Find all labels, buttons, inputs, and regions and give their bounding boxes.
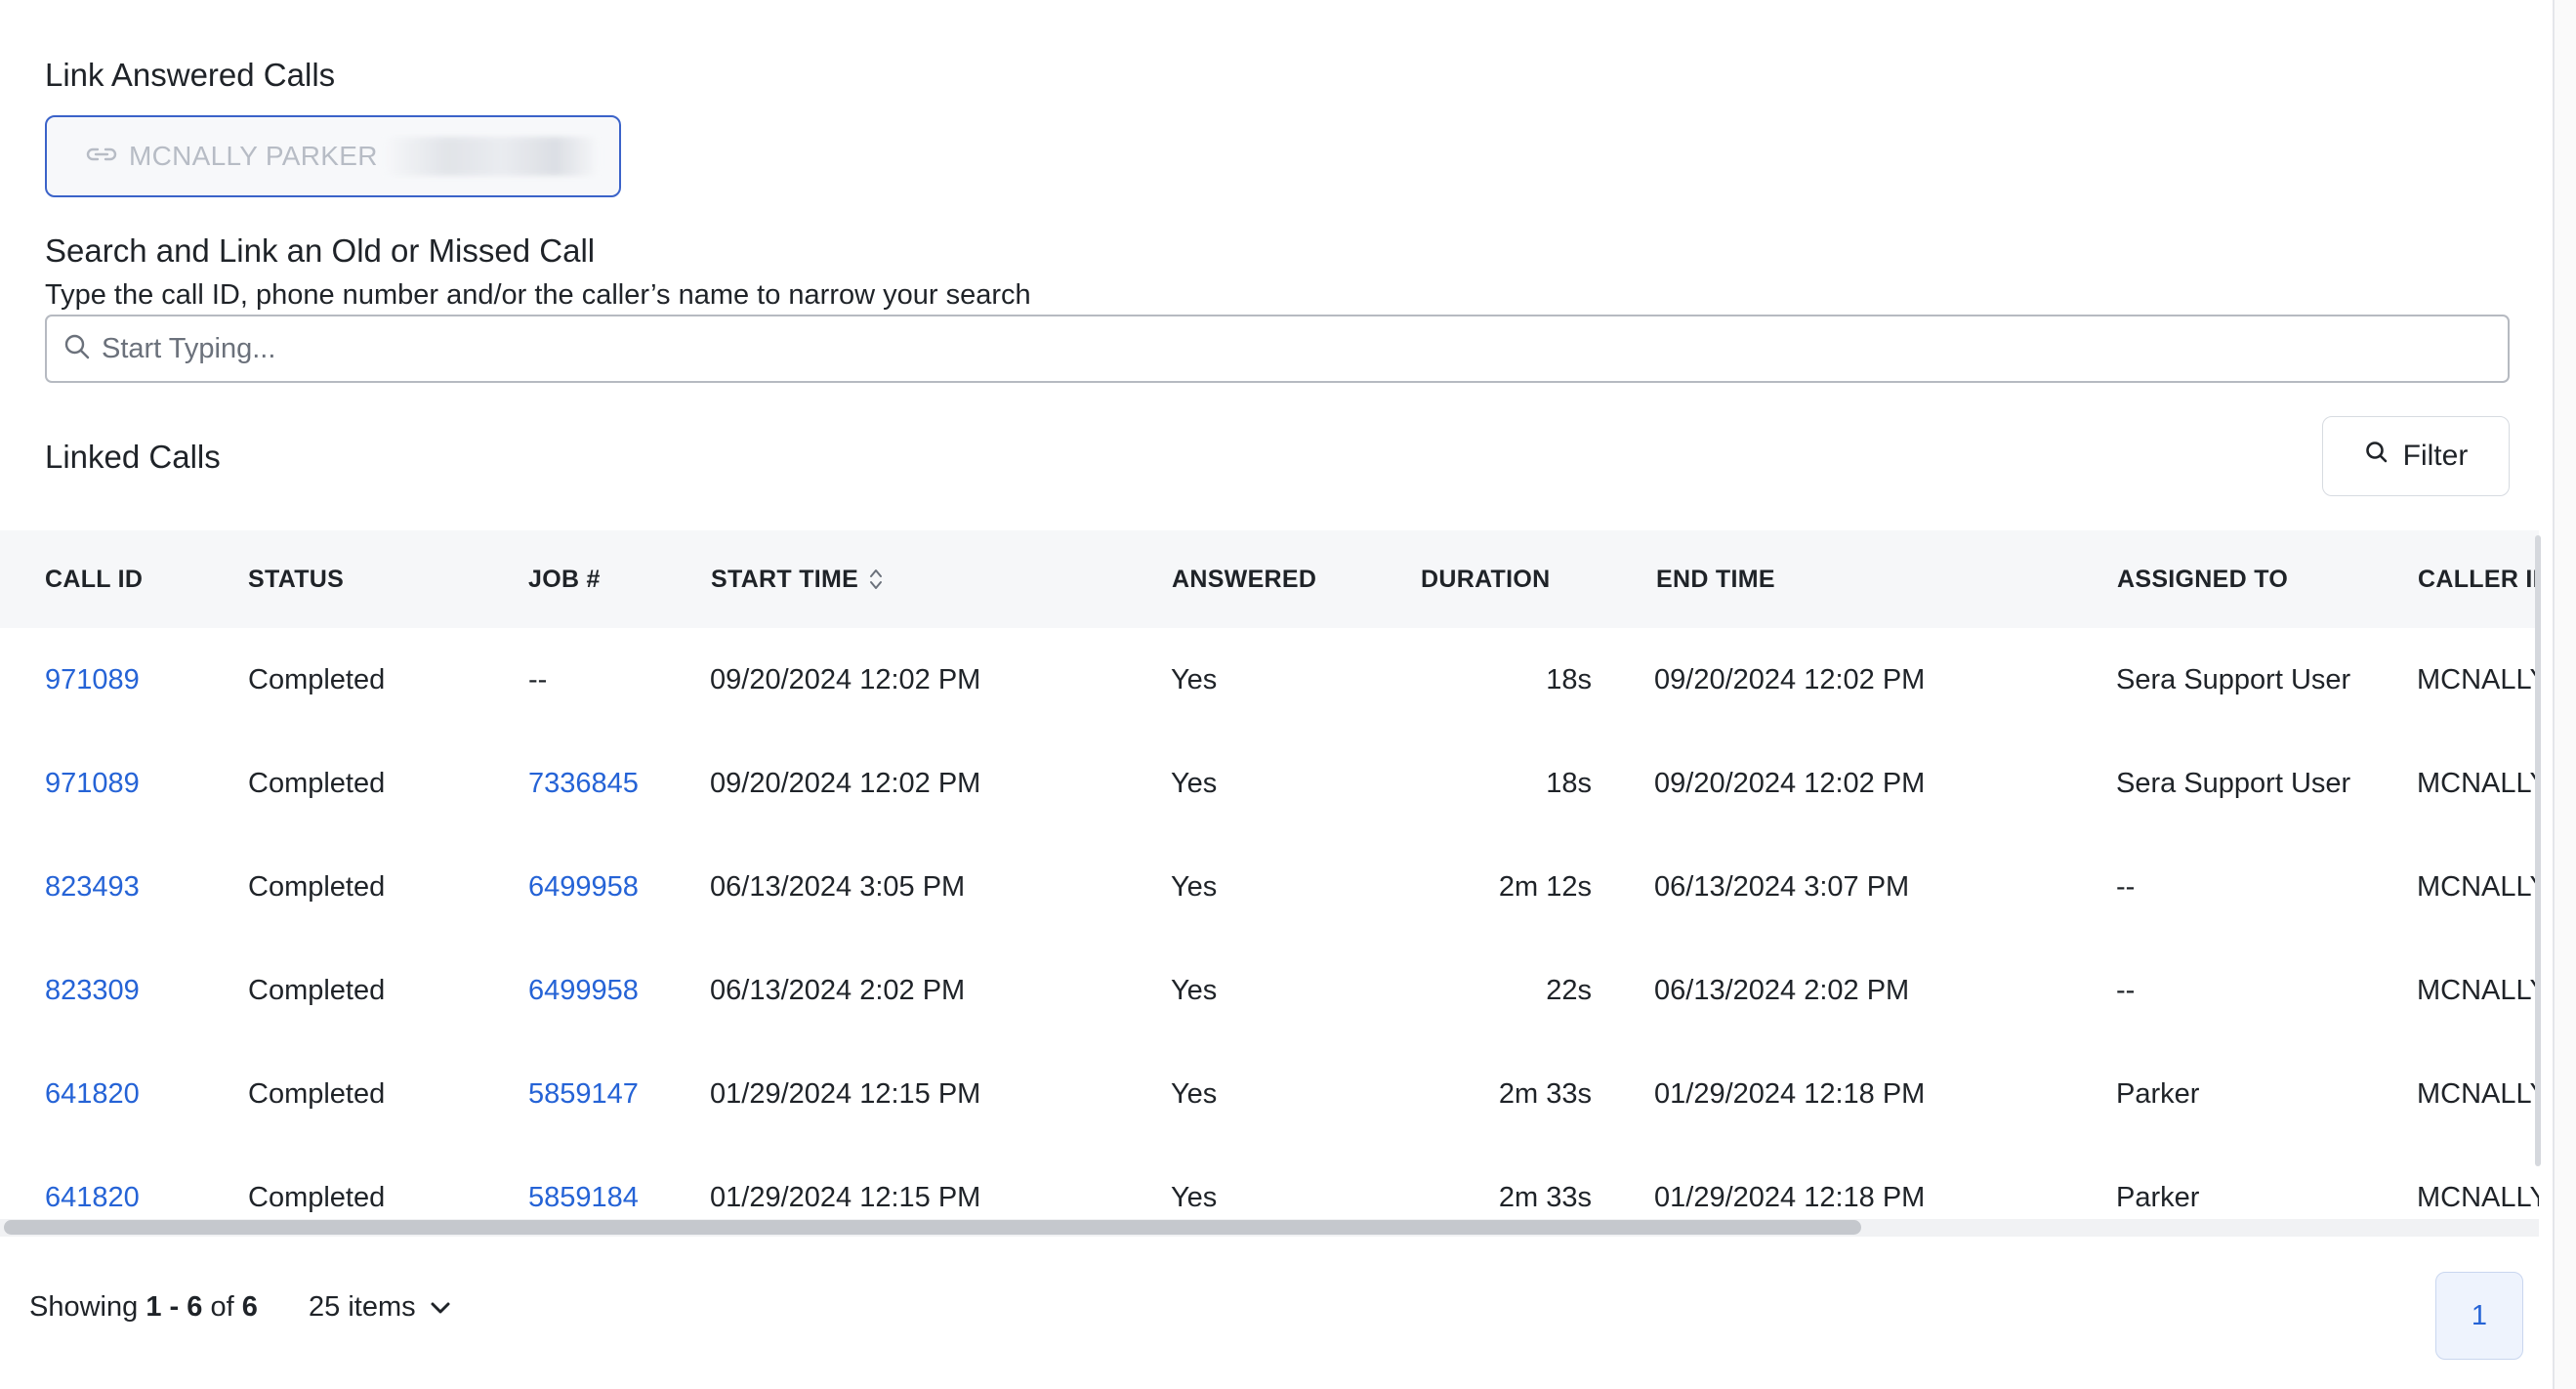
start-time-cell: 06/13/2024 3:05 PM (710, 870, 966, 903)
table-header: CALL ID STATUS JOB # START TIME ANSWERED… (0, 530, 2539, 628)
assigned-to-cell: Sera Support User (2116, 767, 2351, 799)
assigned-to-cell: Sera Support User (2116, 663, 2351, 695)
range-end: 6 (187, 1291, 203, 1323)
status-cell: Completed (248, 767, 386, 799)
range-start: 1 (145, 1291, 162, 1323)
call-id-link[interactable]: 823309 (45, 939, 140, 1042)
status-cell: Completed (248, 663, 386, 695)
caller-id-cell: MCNALLY (2417, 1077, 2539, 1110)
link-icon (84, 143, 119, 171)
status-cell: Completed (248, 870, 386, 903)
filter-button-label: Filter (2402, 440, 2469, 472)
answered-cell: Yes (1171, 663, 1218, 695)
caller-id-cell: MCNALLY (2417, 767, 2539, 799)
caller-id-cell: MCNALLY (2417, 663, 2539, 695)
job-link[interactable]: 6499958 (528, 939, 639, 1042)
answered-cell: Yes (1171, 767, 1218, 799)
search-icon (2364, 440, 2389, 473)
sort-icon[interactable] (868, 567, 884, 592)
showing-label: Showing (29, 1291, 139, 1323)
search-icon (62, 332, 92, 366)
table-vertical-scrollbar[interactable] (2535, 535, 2541, 1166)
header-start-time[interactable]: START TIME (711, 530, 884, 628)
filter-button[interactable]: Filter (2322, 416, 2510, 496)
search-field[interactable] (45, 315, 2510, 383)
job-link[interactable]: 5859147 (528, 1042, 639, 1146)
start-time-cell: 09/20/2024 12:02 PM (710, 767, 981, 799)
table-row: 823493 Completed 6499958 06/13/2024 3:05… (0, 835, 2539, 940)
search-section-description: Type the call ID, phone number and/or th… (45, 279, 1031, 311)
start-time-cell: 01/29/2024 12:15 PM (710, 1077, 981, 1110)
items-per-page-label: 25 items (309, 1291, 416, 1323)
page-button-current[interactable]: 1 (2435, 1272, 2523, 1360)
end-time-cell: 09/20/2024 12:02 PM (1654, 767, 1926, 799)
linked-calls-table: CALL ID STATUS JOB # START TIME ANSWERED… (0, 530, 2539, 1236)
duration-cell: 18s (1546, 767, 1592, 799)
answered-cell: Yes (1171, 974, 1218, 1006)
caller-id-cell: MCNALLY (2417, 870, 2539, 903)
header-assigned-to[interactable]: ASSIGNED TO (2117, 530, 2288, 628)
duration-cell: 2m 12s (1498, 870, 1592, 903)
table-row: 971089 Completed -- 09/20/2024 12:02 PM … (0, 628, 2539, 733)
end-time-cell: 06/13/2024 3:07 PM (1654, 870, 1910, 903)
assigned-to-cell: Parker (2116, 1077, 2200, 1110)
search-section-title: Search and Link an Old or Missed Call (45, 232, 596, 269)
duration-cell: 2m 33s (1498, 1077, 1592, 1110)
redacted-phone (383, 137, 599, 176)
status-cell: Completed (248, 1077, 386, 1110)
header-job[interactable]: JOB # (528, 530, 601, 628)
header-caller-id[interactable]: CALLER ID (2418, 530, 2539, 628)
caller-id-cell: MCNALLY (2417, 974, 2539, 1006)
duration-cell: 22s (1546, 974, 1592, 1006)
call-id-link[interactable]: 641820 (45, 1042, 140, 1146)
duration-cell: 18s (1546, 663, 1592, 695)
answered-cell: Yes (1171, 870, 1218, 903)
status-cell: Completed (248, 974, 386, 1006)
items-per-page-select[interactable]: 25 items (309, 1291, 451, 1324)
end-time-cell: 01/29/2024 12:18 PM (1654, 1077, 1926, 1110)
pagination-summary: Showing 1 - 6 of 6 (29, 1291, 258, 1324)
of-label: of (210, 1291, 234, 1323)
end-time-cell: 06/13/2024 2:02 PM (1654, 974, 1910, 1006)
call-id-link[interactable]: 823493 (45, 835, 140, 939)
horizontal-scrollbar-thumb[interactable] (4, 1220, 1861, 1235)
job-link[interactable]: 7336845 (528, 732, 639, 835)
end-time-cell: 09/20/2024 12:02 PM (1654, 663, 1926, 695)
link-call-button-label: MCNALLY PARKER (129, 141, 378, 171)
header-answered[interactable]: ANSWERED (1172, 530, 1316, 628)
assigned-to-cell: -- (2116, 870, 2136, 903)
chevron-down-icon (430, 1301, 451, 1315)
job-link[interactable]: 6499958 (528, 835, 639, 939)
job-cell: -- (528, 663, 548, 695)
table-row: 823309 Completed 6499958 06/13/2024 2:02… (0, 939, 2539, 1043)
table-row: 641820 Completed 5859147 01/29/2024 12:1… (0, 1042, 2539, 1147)
link-answered-calls-title: Link Answered Calls (45, 57, 336, 93)
answered-cell: Yes (1171, 1077, 1218, 1110)
header-duration[interactable]: DURATION (1421, 530, 1550, 628)
header-call-id[interactable]: CALL ID (45, 530, 143, 628)
call-id-link[interactable]: 971089 (45, 732, 140, 835)
start-time-cell: 09/20/2024 12:02 PM (710, 663, 981, 695)
assigned-to-cell: -- (2116, 974, 2136, 1006)
range-separator: - (169, 1291, 180, 1323)
link-call-button[interactable]: MCNALLY PARKER (45, 115, 621, 197)
header-end-time[interactable]: END TIME (1656, 530, 1775, 628)
linked-calls-title: Linked Calls (45, 439, 221, 475)
header-status[interactable]: STATUS (248, 530, 344, 628)
search-input[interactable] (100, 316, 2508, 382)
header-start-time-label: START TIME (711, 565, 859, 593)
page-right-scrollbar[interactable] (2553, 0, 2576, 1389)
call-id-link[interactable]: 971089 (45, 628, 140, 732)
start-time-cell: 06/13/2024 2:02 PM (710, 974, 966, 1006)
table-row: 971089 Completed 7336845 09/20/2024 12:0… (0, 732, 2539, 836)
total-count: 6 (241, 1291, 258, 1323)
